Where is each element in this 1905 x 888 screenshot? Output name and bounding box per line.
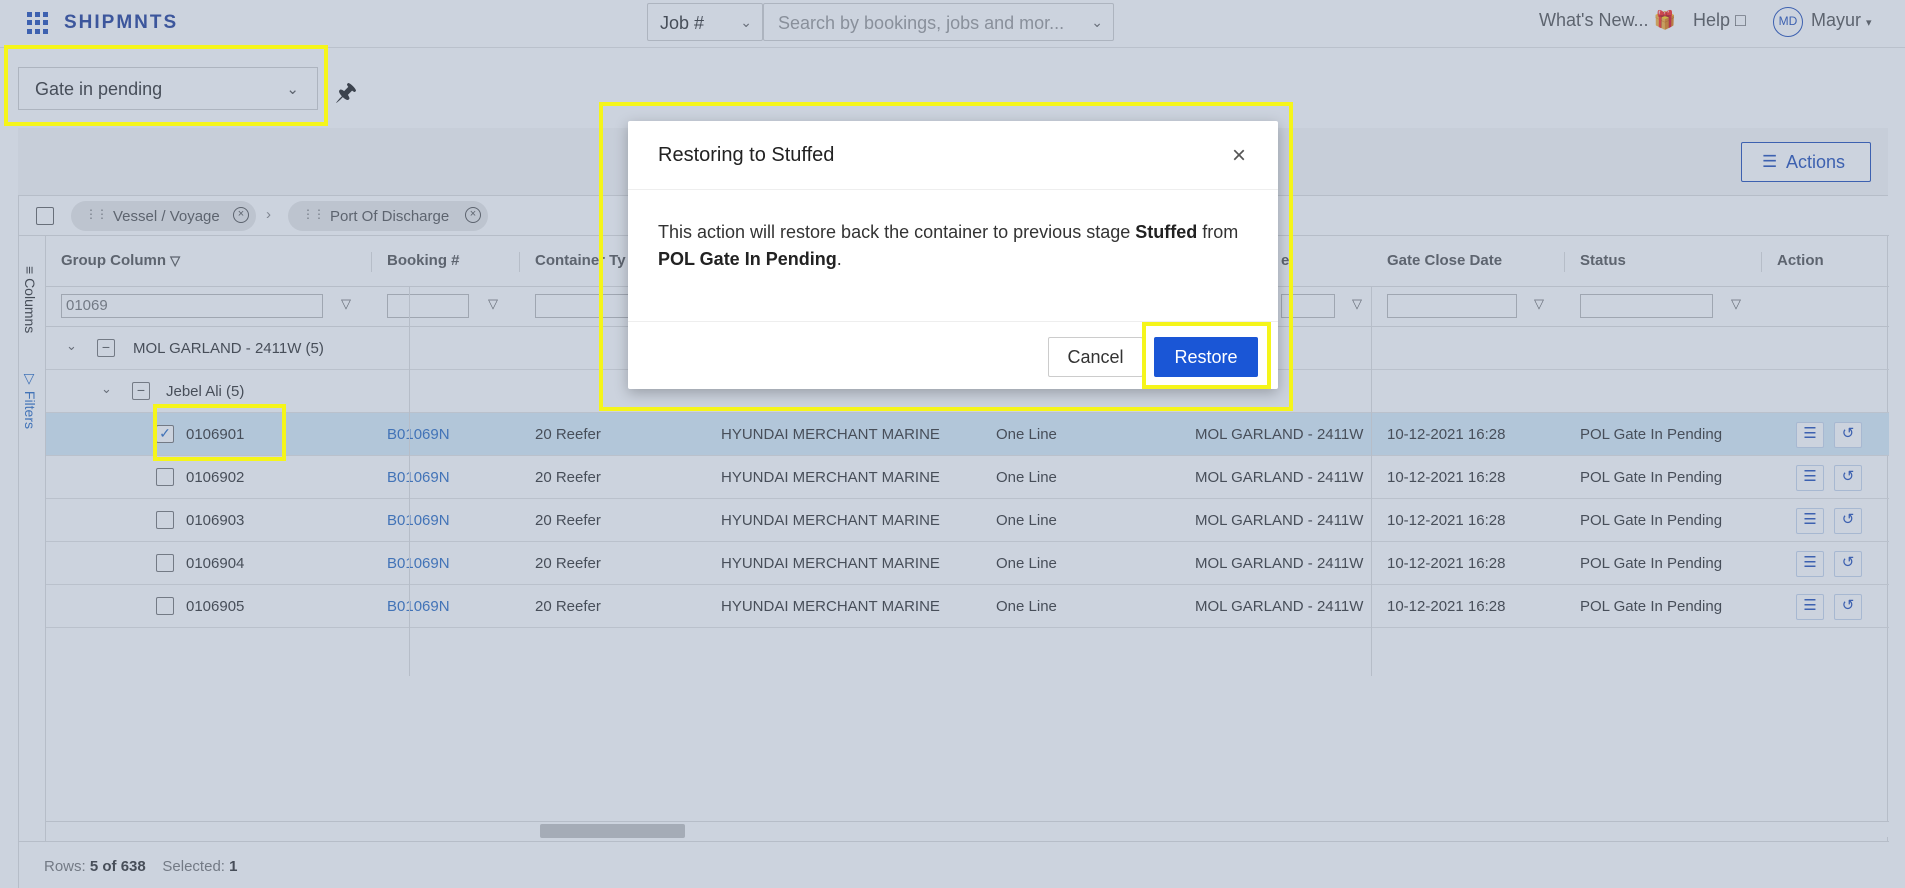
highlight-box [153, 404, 286, 461]
highlight-box [1142, 322, 1271, 389]
highlight-box [4, 45, 328, 126]
